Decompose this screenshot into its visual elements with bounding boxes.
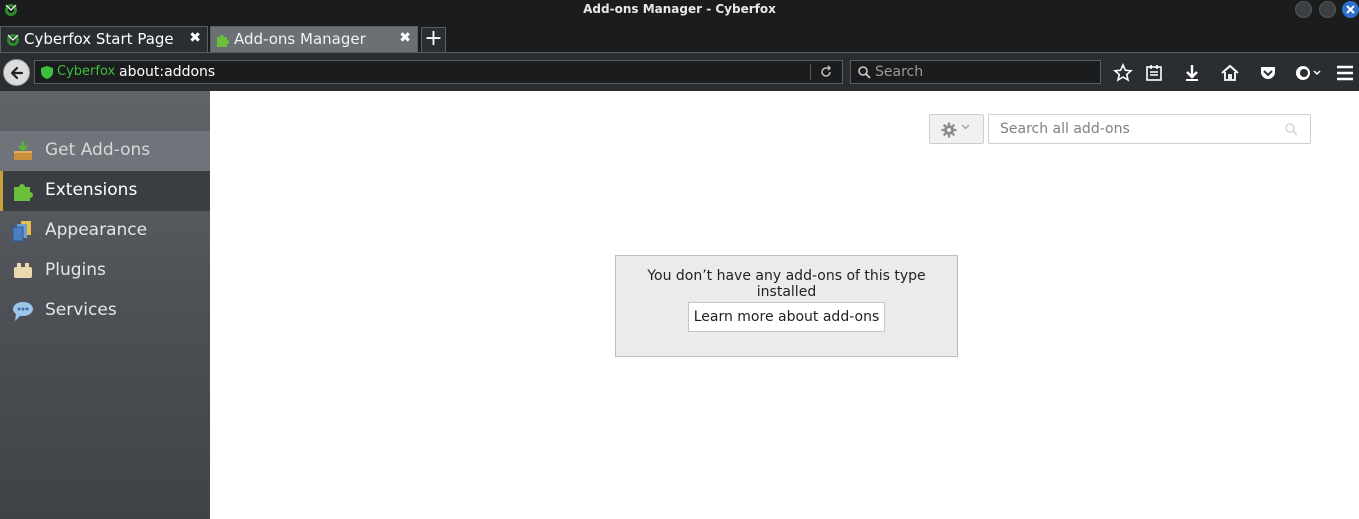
category-label: Appearance xyxy=(45,220,148,240)
pocket-icon[interactable] xyxy=(1258,63,1278,83)
category-services[interactable]: Services xyxy=(0,291,210,331)
tab-strip: Cyberfox Start Page ✖ Add-ons Manager ✖ xyxy=(0,20,1359,52)
category-plugins[interactable]: Plugins xyxy=(0,251,210,291)
close-icon xyxy=(1346,5,1355,14)
gear-icon xyxy=(941,122,957,138)
tab-label: Add-ons Manager xyxy=(234,30,366,48)
tab-cyberfox-start-page[interactable]: Cyberfox Start Page ✖ xyxy=(0,26,208,52)
minimize-button[interactable] xyxy=(1295,1,1312,18)
bookmarks-menu-icon[interactable] xyxy=(1144,63,1164,83)
url-bar[interactable]: Cyberfox about:addons xyxy=(34,60,843,84)
tab-close-icon[interactable]: ✖ xyxy=(189,30,201,46)
get-addons-icon xyxy=(14,141,32,160)
addons-main-view: Search all add-ons You don’t have any ad… xyxy=(210,91,1359,519)
search-icon xyxy=(1285,123,1298,136)
tab-label: Cyberfox Start Page xyxy=(24,30,174,48)
category-extensions[interactable]: Extensions xyxy=(0,171,210,211)
puzzle-icon xyxy=(14,184,33,201)
search-icon xyxy=(858,66,871,79)
addons-search-input[interactable]: Search all add-ons xyxy=(988,114,1311,144)
appearance-icon xyxy=(12,221,31,242)
addons-search-placeholder: Search all add-ons xyxy=(1000,121,1130,137)
url-text[interactable]: about:addons xyxy=(119,64,215,80)
tab-addons-manager[interactable]: Add-ons Manager ✖ xyxy=(210,26,418,52)
navigation-toolbar: Cyberfox about:addons Search xyxy=(0,52,1359,91)
tab-close-icon[interactable]: ✖ xyxy=(399,30,411,46)
categories-sidebar: Get Add-ons Extensions Appearance Plugin… xyxy=(0,91,210,519)
url-separator xyxy=(810,64,811,80)
empty-notice: You don’t have any add-ons of this type … xyxy=(615,255,958,357)
title-bar: Add-ons Manager - Cyberfox xyxy=(0,0,1359,20)
back-button[interactable] xyxy=(3,59,30,86)
bookmark-star-icon[interactable] xyxy=(1113,63,1133,83)
reload-icon[interactable] xyxy=(819,65,833,79)
new-tab-button[interactable]: + xyxy=(421,27,446,52)
close-window-button[interactable] xyxy=(1342,1,1359,18)
back-arrow-icon xyxy=(10,66,24,80)
category-get-addons[interactable]: Get Add-ons xyxy=(0,131,210,171)
maximize-button[interactable] xyxy=(1319,1,1336,18)
puzzle-icon xyxy=(217,35,229,47)
shield-icon xyxy=(41,66,53,79)
empty-message: You don’t have any add-ons of this type … xyxy=(647,268,926,300)
cyberfox-menu-icon[interactable] xyxy=(1294,63,1322,83)
tools-gear-button[interactable] xyxy=(929,114,984,144)
chevron-down-icon xyxy=(961,124,970,130)
plugin-icon xyxy=(14,263,32,278)
search-placeholder: Search xyxy=(875,64,924,80)
download-icon[interactable] xyxy=(1182,63,1202,83)
home-icon[interactable] xyxy=(1220,63,1240,83)
search-bar[interactable]: Search xyxy=(850,60,1101,84)
category-label: Get Add-ons xyxy=(45,140,151,160)
window-title: Add-ons Manager - Cyberfox xyxy=(583,2,776,16)
category-label: Services xyxy=(45,300,117,320)
category-appearance[interactable]: Appearance xyxy=(0,211,210,251)
category-label: Plugins xyxy=(45,260,106,280)
category-label: Extensions xyxy=(45,180,138,200)
services-icon xyxy=(13,302,33,321)
identity-label: Cyberfox xyxy=(57,64,116,79)
hamburger-menu-icon[interactable] xyxy=(1335,63,1355,83)
learn-more-button[interactable]: Learn more about add-ons xyxy=(688,302,885,332)
cyberfox-icon xyxy=(7,34,19,46)
